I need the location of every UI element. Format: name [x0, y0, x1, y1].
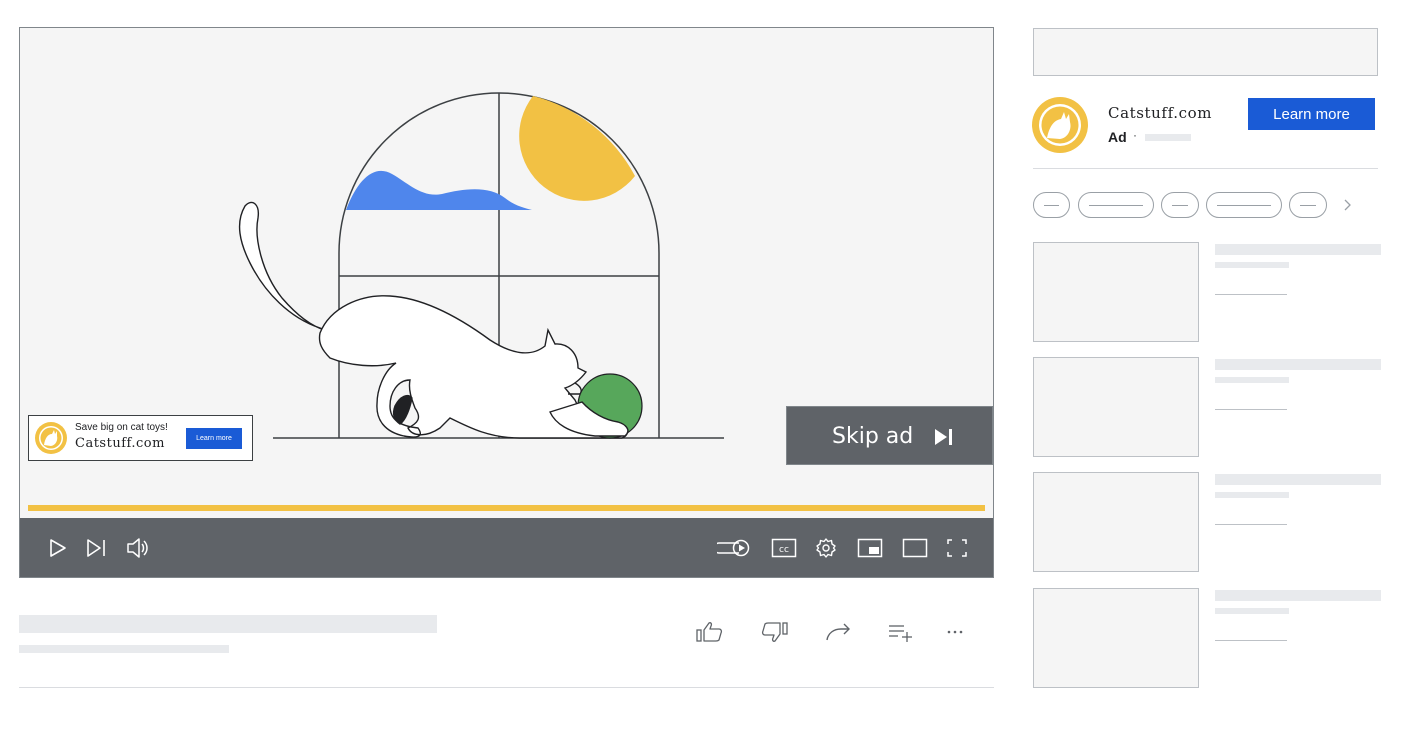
- learn-more-button[interactable]: Learn more: [1248, 98, 1375, 130]
- video-meta-placeholder: [19, 645, 229, 653]
- overlay-ad-banner[interactable]: Save big on cat toys! Catstuff.com Learn…: [28, 415, 253, 461]
- video-thumbnail-placeholder[interactable]: [1033, 472, 1199, 572]
- autoplay-toggle-icon: [717, 539, 750, 557]
- overlay-ad-text: Save big on cat toys!: [75, 422, 168, 433]
- brand-logo-icon: [35, 422, 67, 454]
- theater-mode-button[interactable]: [901, 534, 929, 562]
- recommended-video-card[interactable]: [1033, 588, 1381, 690]
- advertiser-logo-icon[interactable]: [1031, 96, 1089, 154]
- more-actions-button[interactable]: [939, 618, 971, 646]
- video-meta-placeholder: [1215, 524, 1287, 525]
- skip-ad-label: Skip ad: [832, 424, 914, 449]
- chevron-right-icon[interactable]: [1340, 196, 1356, 214]
- channel-name-placeholder: [1215, 262, 1289, 268]
- channel-name-placeholder: [1215, 492, 1289, 498]
- advertiser-name[interactable]: Catstuff.com: [1108, 104, 1212, 122]
- ad-badge: Ad: [1108, 129, 1127, 145]
- more-icon: [947, 630, 963, 634]
- ad-separator: ·: [1133, 128, 1137, 142]
- video-thumbnail-placeholder[interactable]: [1033, 242, 1199, 342]
- video-meta-placeholder: [1215, 409, 1287, 410]
- video-thumbnail-placeholder[interactable]: [1033, 357, 1199, 457]
- filter-chip[interactable]: [1033, 192, 1070, 218]
- settings-button[interactable]: [812, 534, 840, 562]
- svg-text:cc: cc: [779, 545, 789, 555]
- save-to-playlist-button[interactable]: [885, 618, 917, 646]
- captions-icon: cc: [771, 538, 797, 558]
- sidebar-divider: [1033, 168, 1378, 169]
- theater-icon: [902, 538, 928, 558]
- sun-shape: [519, 96, 635, 201]
- player-control-bar: cc: [20, 518, 993, 577]
- skip-ad-button[interactable]: Skip ad: [786, 406, 993, 465]
- share-button[interactable]: [822, 618, 854, 646]
- dislike-button[interactable]: [759, 618, 791, 646]
- next-icon: [87, 539, 105, 557]
- miniplayer-icon: [857, 538, 883, 558]
- cat-illustration: [238, 201, 628, 439]
- play-button[interactable]: [44, 534, 72, 562]
- video-thumbnail-placeholder[interactable]: [1033, 588, 1199, 688]
- video-title-placeholder: [1215, 474, 1381, 485]
- dislike-icon: [761, 622, 788, 642]
- video-title-placeholder: [1215, 359, 1381, 370]
- ad-progress-fill: [28, 505, 985, 511]
- play-icon: [50, 539, 66, 557]
- fullscreen-button[interactable]: [943, 534, 971, 562]
- overlay-ad-brand: Catstuff.com: [75, 436, 165, 451]
- video-title-placeholder: [1215, 244, 1381, 255]
- content-divider: [19, 687, 994, 688]
- miniplayer-button[interactable]: [856, 534, 884, 562]
- settings-icon: [816, 538, 836, 558]
- filter-chip[interactable]: [1078, 192, 1154, 218]
- video-title-placeholder: [1215, 590, 1381, 601]
- save-to-playlist-icon: [889, 625, 912, 642]
- share-icon: [826, 623, 850, 641]
- recommended-video-card[interactable]: [1033, 242, 1381, 344]
- overlay-learn-more-button[interactable]: Learn more: [186, 428, 242, 449]
- filter-chip[interactable]: [1289, 192, 1327, 218]
- like-button[interactable]: [694, 618, 726, 646]
- video-meta-placeholder: [1215, 294, 1287, 295]
- fullscreen-icon: [947, 539, 967, 557]
- channel-name-placeholder: [1215, 377, 1289, 383]
- ad-progress-bar[interactable]: [28, 505, 985, 511]
- recommended-video-card[interactable]: [1033, 472, 1381, 574]
- volume-button[interactable]: [124, 534, 152, 562]
- channel-name-placeholder: [1215, 608, 1289, 614]
- ad-url-placeholder: [1145, 134, 1191, 141]
- video-meta-placeholder: [1215, 640, 1287, 641]
- skip-next-icon: [935, 429, 952, 445]
- video-title-placeholder: [19, 615, 437, 633]
- filter-chip[interactable]: [1206, 192, 1282, 218]
- next-button[interactable]: [83, 534, 111, 562]
- captions-button[interactable]: cc: [770, 534, 798, 562]
- recommended-video-card[interactable]: [1033, 357, 1381, 459]
- volume-icon: [127, 538, 148, 558]
- like-icon: [696, 622, 723, 642]
- cloud-shape: [346, 170, 532, 210]
- filter-chip[interactable]: [1161, 192, 1199, 218]
- autoplay-toggle[interactable]: [717, 534, 753, 562]
- video-player[interactable]: Save big on cat toys! Catstuff.com Learn…: [19, 27, 994, 578]
- sidebar-banner-placeholder: [1033, 28, 1378, 76]
